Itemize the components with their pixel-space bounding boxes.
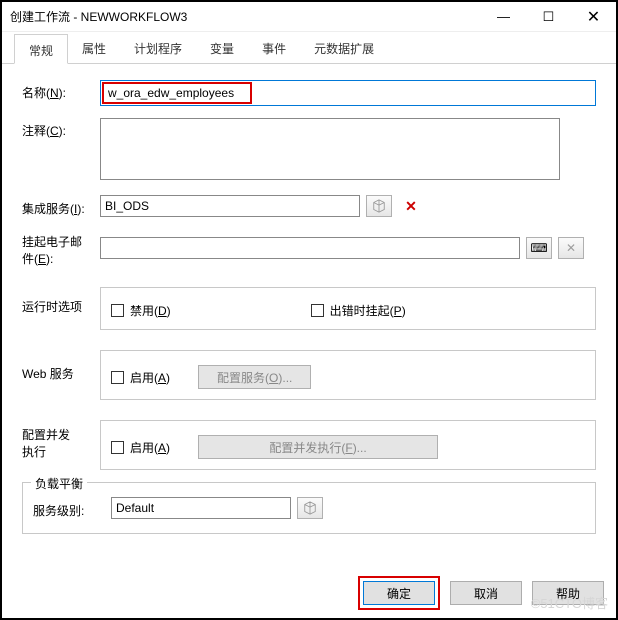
- suspend-on-error-checkbox[interactable]: 出错时挂起(P): [311, 302, 406, 319]
- watermark: ©51CTO博客: [531, 593, 608, 612]
- suspend-email-input[interactable]: [100, 237, 520, 259]
- concurrent-enable-checkbox[interactable]: 启用(A): [111, 439, 170, 456]
- minimize-button[interactable]: —: [481, 3, 526, 31]
- tab-metadata-ext[interactable]: 元数据扩展: [300, 33, 388, 63]
- keyboard-icon: ⌨: [530, 241, 547, 255]
- tab-general[interactable]: 常规: [14, 34, 68, 64]
- x-icon: ✕: [566, 241, 576, 255]
- cancel-button[interactable]: 取消: [450, 581, 522, 605]
- tab-scheduler[interactable]: 计划程序: [120, 33, 196, 63]
- clear-email-button[interactable]: ✕: [558, 237, 584, 259]
- window-title: 创建工作流 - NEWWORKFLOW3: [10, 8, 481, 25]
- titlebar: 创建工作流 - NEWWORKFLOW3 — ☐ ✕: [2, 2, 616, 32]
- name-label: 名称(N):: [22, 80, 100, 101]
- service-level-input[interactable]: [111, 497, 291, 519]
- configure-service-button[interactable]: 配置服务(O)...: [198, 365, 311, 389]
- tab-properties[interactable]: 属性: [68, 33, 120, 63]
- dialog-window: 创建工作流 - NEWWORKFLOW3 — ☐ ✕ 常规 属性 计划程序 变量…: [0, 0, 618, 620]
- dialog-content: 名称(N): 注释(C): 集成服务(I): ✕ 挂起电子邮: [2, 64, 616, 550]
- integration-service-input[interactable]: [100, 195, 360, 217]
- web-service-label: Web 服务: [22, 361, 100, 382]
- cube-icon: [303, 501, 317, 515]
- browse-service-button[interactable]: [366, 195, 392, 217]
- configure-concurrent-button[interactable]: 配置并发执行(F)...: [198, 435, 438, 459]
- name-input[interactable]: [104, 84, 250, 102]
- tab-variables[interactable]: 变量: [196, 33, 248, 63]
- load-balancing-legend: 负载平衡: [31, 475, 87, 492]
- close-button[interactable]: ✕: [571, 3, 616, 31]
- load-balancing-fieldset: 负载平衡 服务级别:: [22, 482, 596, 534]
- disable-checkbox[interactable]: 禁用(D): [111, 302, 171, 319]
- x-icon: ✕: [405, 198, 417, 215]
- concurrent-label: 配置并发执行: [22, 422, 100, 460]
- browse-email-button[interactable]: ⌨: [526, 237, 552, 259]
- runtime-options-label: 运行时选项: [22, 294, 100, 315]
- tab-strip: 常规 属性 计划程序 变量 事件 元数据扩展: [2, 32, 616, 64]
- service-level-label: 服务级别:: [33, 498, 111, 519]
- browse-service-level-button[interactable]: [297, 497, 323, 519]
- ok-button[interactable]: 确定: [363, 581, 435, 605]
- tab-events[interactable]: 事件: [248, 33, 300, 63]
- maximize-button[interactable]: ☐: [526, 3, 571, 31]
- web-service-enable-checkbox[interactable]: 启用(A): [111, 369, 170, 386]
- comment-label: 注释(C):: [22, 118, 100, 139]
- cube-icon: [372, 199, 386, 213]
- integration-service-label: 集成服务(I):: [22, 196, 100, 217]
- suspend-email-label: 挂起电子邮件(E):: [22, 229, 100, 267]
- comment-textarea[interactable]: [100, 118, 560, 180]
- remove-service-button[interactable]: ✕: [398, 195, 424, 217]
